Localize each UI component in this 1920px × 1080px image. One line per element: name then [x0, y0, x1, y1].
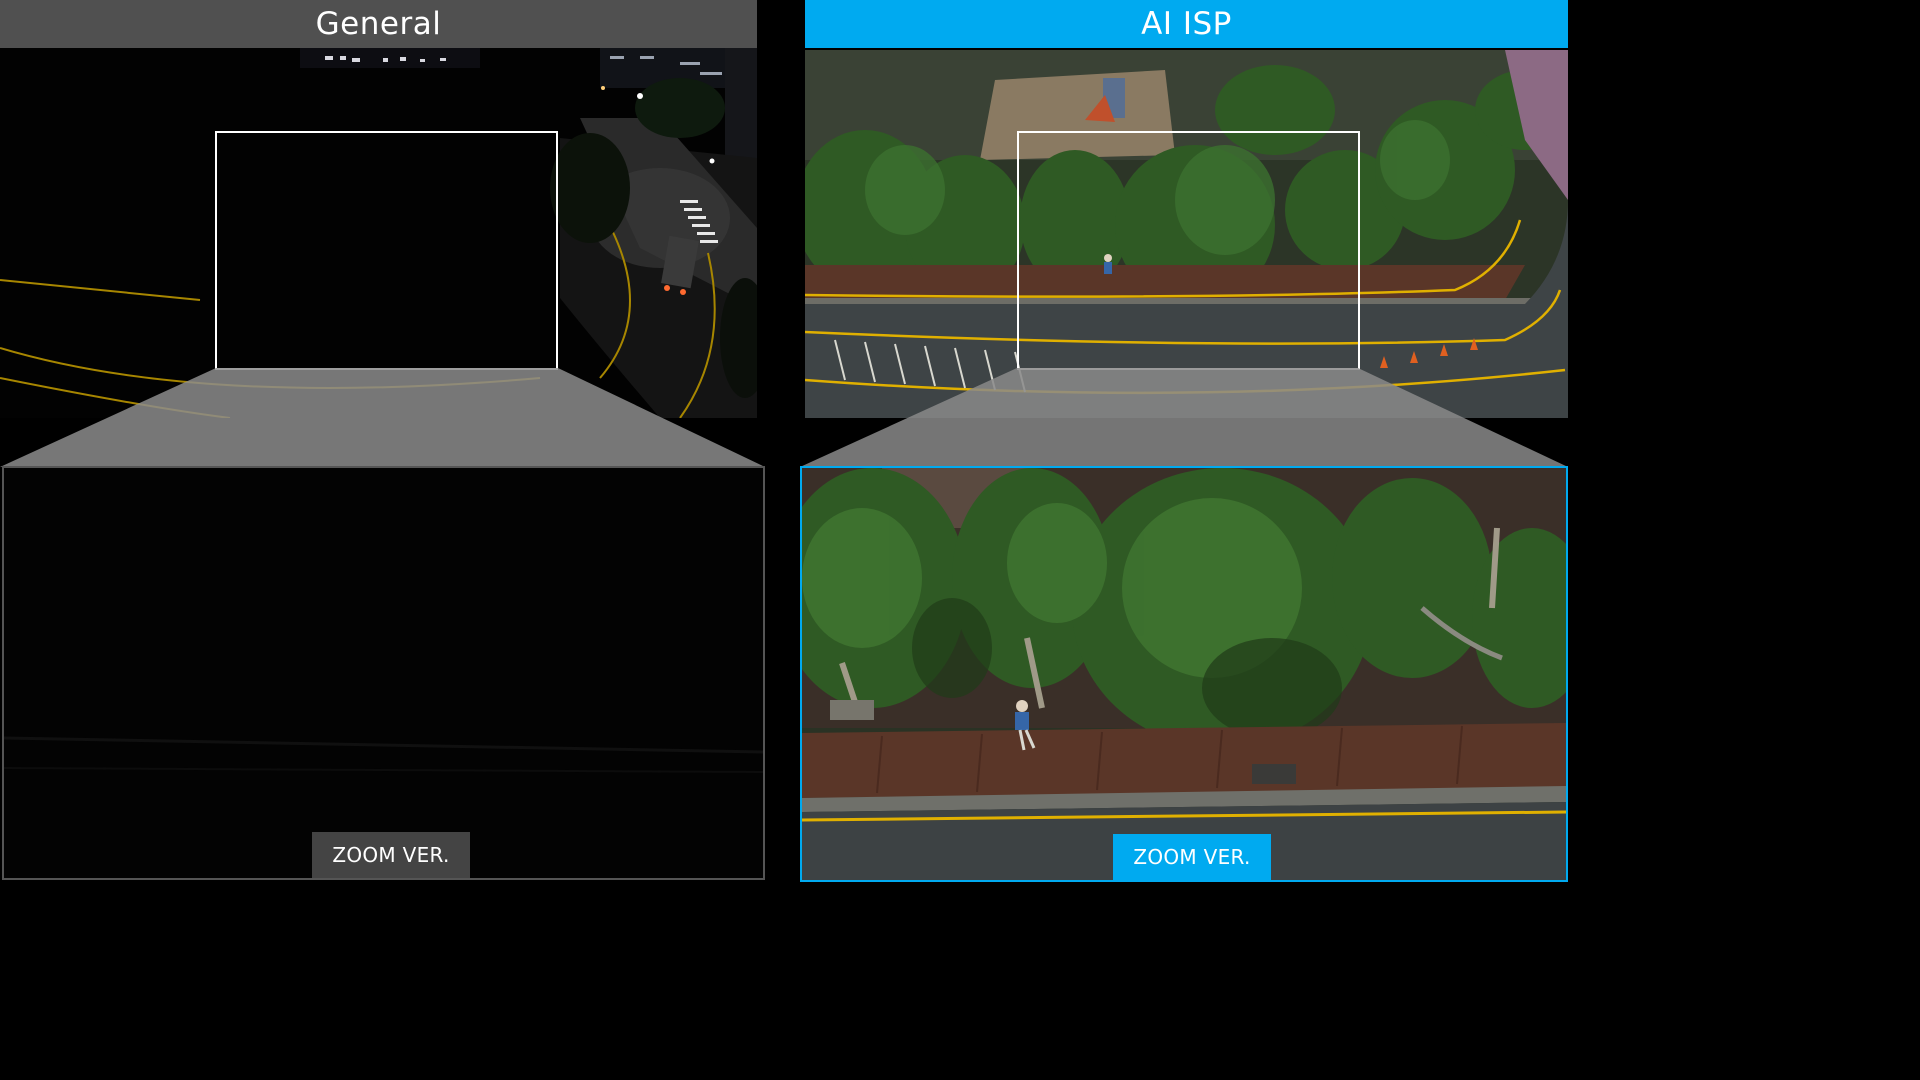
- ai-isp-zoom-connector: [800, 368, 1568, 467]
- ai-isp-zoom-badge: ZOOM VER.: [1113, 834, 1271, 880]
- general-title: General: [315, 6, 442, 42]
- ai-isp-zoom-label: ZOOM VER.: [1133, 845, 1251, 869]
- general-zoom-label: ZOOM VER.: [332, 843, 450, 867]
- general-zoom-region-box: [215, 131, 558, 370]
- ai-isp-title: AI ISP: [1141, 6, 1232, 42]
- ai-isp-zoom-region-box: [1017, 131, 1360, 370]
- general-title-bar: General: [0, 0, 757, 48]
- general-zoomed-view: ZOOM VER.: [2, 466, 765, 880]
- general-zoom-connector: [0, 368, 765, 467]
- ai-isp-title-bar: AI ISP: [805, 0, 1568, 48]
- ai-isp-zoomed-view: ZOOM VER.: [800, 466, 1568, 882]
- general-zoom-badge: ZOOM VER.: [312, 832, 470, 878]
